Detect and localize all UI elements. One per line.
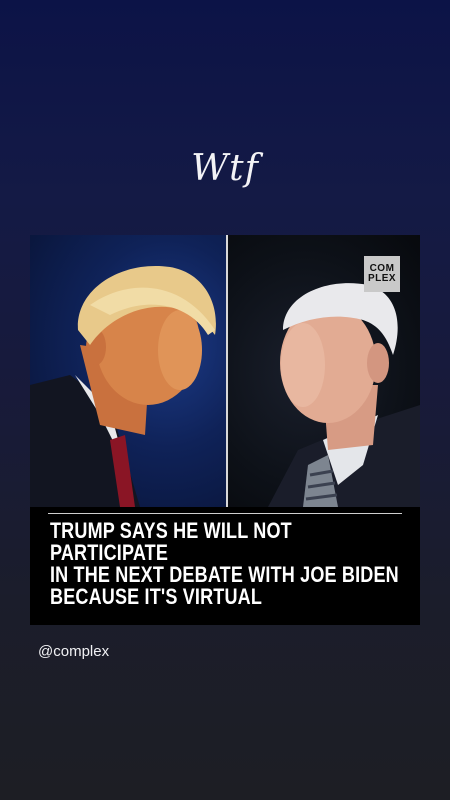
headline-line-2: IN THE NEXT DEBATE WITH JOE BIDEN — [50, 562, 399, 587]
photo-right: COM PLEX — [228, 235, 420, 507]
post-card[interactable]: COM PLEX TRUMP SAYS HE WILL NOT PARTICIP… — [30, 235, 420, 625]
headline: TRUMP SAYS HE WILL NOT PARTICIPATE IN TH… — [50, 520, 411, 608]
brand-logo-line-2: PLEX — [367, 273, 397, 284]
headline-line-3: BECAUSE IT'S VIRTUAL — [50, 584, 263, 609]
source-handle-link[interactable]: @complex — [38, 643, 109, 660]
photo-left — [30, 235, 226, 507]
headline-line-1: TRUMP SAYS HE WILL NOT PARTICIPATE — [50, 518, 292, 565]
brand-logo: COM PLEX — [364, 256, 400, 292]
portrait-left — [30, 265, 216, 507]
story-caption: Wtf — [191, 148, 259, 189]
headline-rule — [48, 513, 402, 514]
